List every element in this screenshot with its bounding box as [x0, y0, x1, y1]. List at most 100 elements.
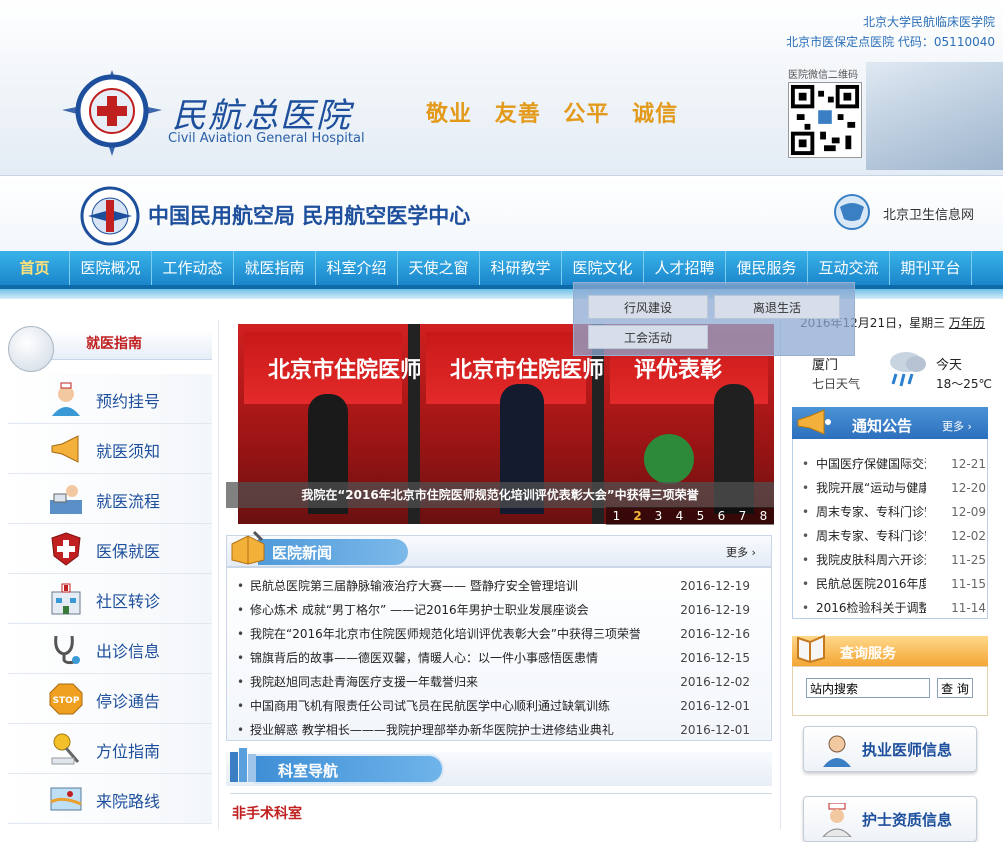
nav-angels[interactable]: 天使之窗: [398, 251, 480, 285]
slide-page-4[interactable]: 4: [669, 507, 690, 525]
slide-page-2[interactable]: 2: [627, 507, 648, 525]
list-item[interactable]: 民航总医院第三届静脉输液治疗大赛—— 暨静疗安全管理培训 2016-12-19: [234, 574, 750, 598]
sidebar-item-schedule[interactable]: 出诊信息: [8, 624, 212, 674]
list-item[interactable]: 授业解惑 教学相长———我院护理部举办新华医院护士进修结业典礼 2016-12-0…: [234, 718, 750, 742]
list-item[interactable]: 我院在“2016年北京市住院医师规范化培训评优表彰大会”中获得三项荣誉 2016-…: [234, 622, 750, 646]
push-pin-icon: [51, 733, 80, 765]
nav-interaction[interactable]: 互动交流: [808, 251, 890, 285]
notice-more-label: 更多: [942, 420, 964, 433]
nav-overview[interactable]: 医院概况: [70, 251, 152, 285]
sidebar-item-referral[interactable]: 社区转诊: [8, 574, 212, 624]
nav-services[interactable]: 便民服务: [726, 251, 808, 285]
notice-item-title[interactable]: 周末专家、专科门诊安排表: [816, 524, 926, 548]
slide-page-5[interactable]: 5: [690, 507, 711, 525]
globe-icon[interactable]: [832, 193, 872, 231]
nav-journals[interactable]: 期刊平台: [890, 251, 972, 285]
column-divider: [218, 320, 219, 829]
slide-page-6[interactable]: 6: [711, 507, 732, 525]
caac-emblem-icon[interactable]: [80, 186, 140, 246]
notice-item-title[interactable]: 2016检验科关于调整检查时间: [816, 596, 926, 620]
sidebar-item-suspension[interactable]: STOP 停诊通告: [8, 674, 212, 724]
news-item-title[interactable]: 民航总医院第三届静脉输液治疗大赛—— 暨静疗安全管理培训: [250, 574, 640, 598]
notice-item-title[interactable]: 我院皮肤科周六开诊通知: [816, 548, 926, 572]
notice-item-date: 12-09: [951, 505, 986, 519]
notice-more-link[interactable]: 更多 ›: [942, 418, 972, 434]
calendar-link[interactable]: 万年历: [949, 316, 985, 330]
news-more-link[interactable]: 更多 ›: [726, 544, 756, 560]
list-item[interactable]: 我院赵旭同志赴青海医疗支援一年载誉归来 2016-12-02: [234, 670, 750, 694]
dropdown-item-retirees[interactable]: 离退生活: [714, 295, 840, 319]
search-button[interactable]: 查 询: [937, 678, 973, 698]
nav-home[interactable]: 首页: [0, 251, 70, 285]
slide-page-8[interactable]: 8: [753, 507, 774, 525]
notice-item-title[interactable]: 民航总医院2016年度招聘公告: [816, 572, 926, 596]
list-item[interactable]: 中国商用飞机有限责任公司试飞员在民航医学中心顺利通过缺氧训练 2016-12-01: [234, 694, 750, 718]
slide-page-7[interactable]: 7: [732, 507, 753, 525]
sidebar-item-label: 预约挂号: [96, 392, 161, 411]
news-list: 民航总医院第三届静脉输液治疗大赛—— 暨静疗安全管理培训 2016-12-19 修…: [234, 574, 750, 742]
site-search-input[interactable]: [806, 678, 930, 698]
sidebar-item-label: 方位指南: [96, 742, 161, 761]
news-item-date: 2016-12-01: [680, 723, 750, 737]
sidebar-item-label: 社区转诊: [96, 592, 161, 611]
list-item[interactable]: 民航总医院2016年度招聘公告 11-15: [800, 572, 986, 596]
list-item[interactable]: 中国医疗保健国际交流促进会 12-21: [800, 452, 986, 476]
dropdown-item-union[interactable]: 工会活动: [588, 325, 708, 349]
list-item[interactable]: 周末专家、专科门诊安排表 12-02: [800, 524, 986, 548]
affiliation-link[interactable]: 北京大学民航临床医学院: [786, 12, 995, 32]
slide-page-1[interactable]: 1: [606, 507, 627, 525]
sidebar-item-process[interactable]: 就医流程: [8, 474, 212, 524]
beijing-health-link[interactable]: 北京卫生信息网: [883, 204, 974, 223]
notice-item-title[interactable]: 中国医疗保健国际交流促进会: [816, 452, 926, 476]
nav-research[interactable]: 科研教学: [480, 251, 562, 285]
news-item-title[interactable]: 中国商用飞机有限责任公司试飞员在民航医学中心顺利通过缺氧训练: [250, 694, 640, 718]
notice-item-date: 11-25: [951, 553, 986, 567]
notice-item-date: 11-15: [951, 577, 986, 591]
notice-item-title[interactable]: 我院开展“运动与健康”讲座: [816, 476, 926, 500]
slide-caption[interactable]: 我院在“2016年北京市住院医师规范化培训评优表彰大会”中获得三项荣誉: [226, 486, 774, 503]
news-item-title[interactable]: 我院赵旭同志赴青海医疗支援一年载誉归来: [250, 670, 640, 694]
list-item[interactable]: 我院开展“运动与健康”讲座 12-20: [800, 476, 986, 500]
sidebar-item-location[interactable]: 方位指南: [8, 724, 212, 774]
news-item-title[interactable]: 我院在“2016年北京市住院医师规范化培训评优表彰大会”中获得三项荣誉: [250, 622, 640, 646]
news-item-date: 2016-12-02: [680, 675, 750, 689]
sidebar-item-appointment[interactable]: 预约挂号: [8, 374, 212, 424]
news-item-title[interactable]: 锦旗背后的故事——德医双馨，情暖人心：以一件小事感悟医患情: [250, 646, 640, 670]
map-icon: [50, 787, 82, 811]
svg-text:STOP: STOP: [53, 696, 80, 706]
list-item[interactable]: 修心炼术 成就“男丁格尔” ——记2016年男护士职业发展座谈会 2016-12-…: [234, 598, 750, 622]
notice-item-title[interactable]: 周末专家、专科门诊安排表: [816, 500, 926, 524]
nurse-icon: [822, 803, 852, 837]
notice-item-date: 11-14: [951, 601, 986, 615]
list-item[interactable]: 周末专家、专科门诊安排表 12-09: [800, 500, 986, 524]
sidebar-item-route[interactable]: 来院路线: [8, 774, 212, 824]
doctor-info-button[interactable]: 执业医师信息: [803, 726, 977, 772]
nav-careers[interactable]: 人才招聘: [644, 251, 726, 285]
slide-banner-text: 评优表彰: [634, 357, 723, 383]
sidebar-item-label: 就医须知: [96, 442, 161, 461]
list-item[interactable]: 锦旗背后的故事——德医双馨，情暖人心：以一件小事感悟医患情 2016-12-15: [234, 646, 750, 670]
dropdown-item-ethics[interactable]: 行风建设: [588, 295, 708, 319]
list-item[interactable]: 我院皮肤科周六开诊通知 11-25: [800, 548, 986, 572]
nurse-info-button[interactable]: 护士资质信息: [803, 796, 977, 842]
slide-page-3[interactable]: 3: [648, 507, 669, 525]
news-item-date: 2016-12-16: [680, 627, 750, 641]
list-item[interactable]: 2016检验科关于调整检查时间 11-14: [800, 596, 986, 620]
slogan-word: 公平: [563, 102, 610, 127]
weather-source-link[interactable]: 七日天气: [812, 375, 860, 392]
hospital-name-en: Civil Aviation General Hospital: [168, 131, 365, 146]
hospital-emblem-icon[interactable]: [60, 66, 164, 160]
news-item-title[interactable]: 授业解惑 教学相长———我院护理部举办新华医院护士进修结业典礼: [250, 718, 640, 742]
notice-list: 中国医疗保健国际交流促进会 12-21 我院开展“运动与健康”讲座 12-20 周末…: [800, 452, 986, 620]
nav-news[interactable]: 工作动态: [152, 251, 234, 285]
sidebar-item-insurance[interactable]: 医保就医: [8, 524, 212, 574]
nav-departments[interactable]: 科室介绍: [316, 251, 398, 285]
dept-category-title[interactable]: 非手术科室: [232, 803, 302, 823]
nav-culture[interactable]: 医院文化: [562, 251, 644, 285]
news-item-title[interactable]: 修心炼术 成就“男丁格尔” ——记2016年男护士职业发展座谈会: [250, 598, 640, 622]
sidebar-item-notice[interactable]: 就医须知: [8, 424, 212, 474]
rain-cloud-icon: [890, 352, 926, 387]
megaphone-icon: [797, 409, 831, 435]
nav-guide[interactable]: 就医指南: [234, 251, 316, 285]
nurse-info-label: 护士资质信息: [862, 811, 953, 829]
